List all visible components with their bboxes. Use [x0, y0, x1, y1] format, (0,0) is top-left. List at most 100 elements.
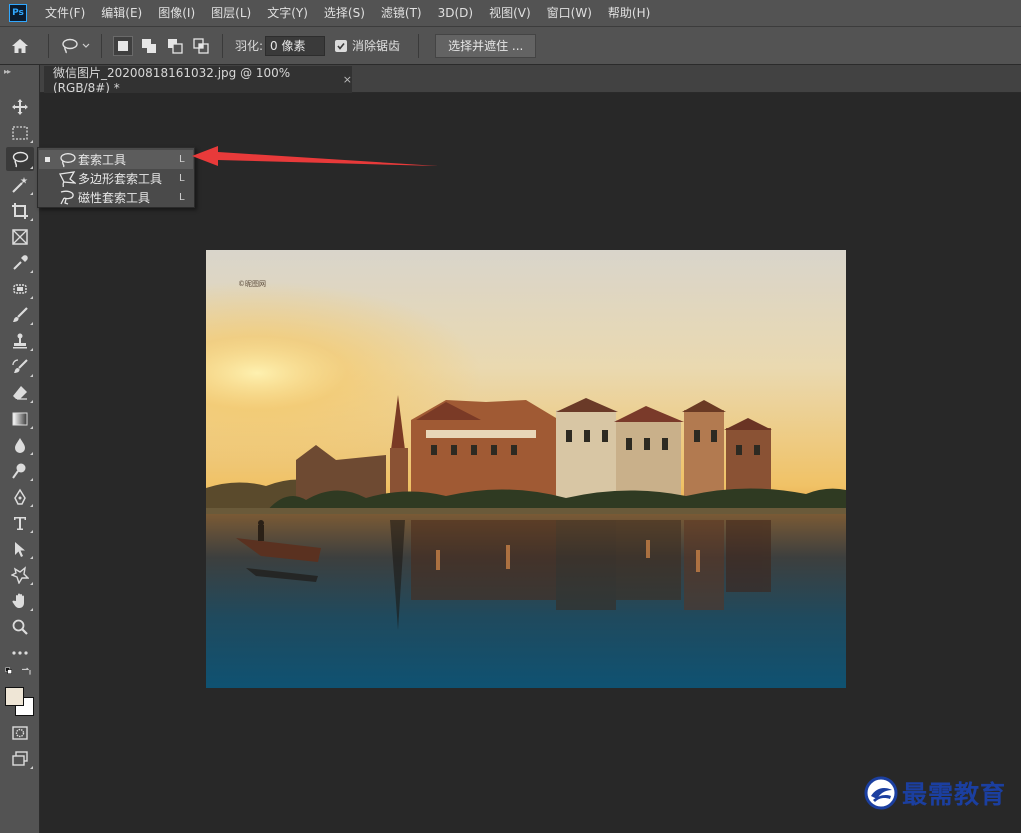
photo-watermark: ©昵图网	[238, 280, 266, 288]
brand-name: 最需教育	[902, 780, 1007, 809]
zoom-tool[interactable]	[6, 615, 34, 639]
selected-bullet-icon	[45, 157, 50, 162]
dodge-tool[interactable]	[6, 459, 34, 483]
document-image[interactable]: ©昵图网	[206, 250, 846, 688]
pen-tool[interactable]	[6, 485, 34, 509]
home-button[interactable]	[0, 34, 40, 58]
default-colors-icon	[5, 667, 12, 674]
document-tab[interactable]: 微信图片_20200818161032.jpg @ 100%(RGB/8#) *…	[44, 66, 352, 95]
intersect-selection-icon	[193, 37, 209, 54]
checkmark-icon	[337, 42, 345, 50]
select-and-mask-button[interactable]: 选择并遮住 ...	[435, 33, 537, 58]
document-tab-title: 微信图片_20200818161032.jpg @ 100%(RGB/8#) *	[53, 66, 291, 95]
hand-icon	[12, 593, 24, 608]
move-tool[interactable]	[6, 95, 34, 119]
marquee-tool[interactable]	[6, 121, 34, 145]
close-icon[interactable]: ×	[343, 73, 352, 86]
eyedropper-icon	[13, 255, 28, 270]
separator	[101, 33, 102, 58]
menu-layer[interactable]: 图层(L)	[203, 0, 259, 27]
flyout-lasso-tool[interactable]: 套索工具 L	[39, 150, 193, 169]
crop-icon	[12, 203, 28, 219]
brush-tool[interactable]	[6, 303, 34, 327]
menu-select[interactable]: 选择(S)	[316, 0, 373, 27]
new-selection-button[interactable]	[113, 35, 133, 56]
lakeside-town-photo	[206, 250, 846, 688]
water-drop-icon	[15, 438, 25, 453]
lasso-icon	[61, 38, 78, 53]
clone-stamp-tool[interactable]	[6, 329, 34, 353]
menu-edit[interactable]: 编辑(E)	[93, 0, 150, 27]
type-tool[interactable]	[6, 511, 34, 535]
move-icon	[12, 99, 28, 115]
history-brush-tool[interactable]	[6, 355, 34, 379]
menu-help[interactable]: 帮助(H)	[600, 0, 658, 27]
add-selection-icon	[142, 38, 156, 53]
photoshop-logo-icon[interactable]: Ps	[9, 4, 27, 22]
screen-mode-button[interactable]	[6, 747, 34, 771]
panel-grip-icon[interactable]: ▸▸	[4, 67, 11, 76]
pen-icon	[14, 488, 26, 505]
options-bar: 羽化: 消除锯齿 选择并遮住 ...	[0, 27, 1021, 65]
tools-panel: ▸▸	[0, 65, 40, 833]
more-icon	[12, 651, 28, 655]
lasso-icon	[60, 152, 76, 167]
tool-preset-picker[interactable]	[57, 34, 93, 58]
chevron-down-icon	[82, 43, 89, 48]
home-icon	[12, 38, 28, 53]
menu-image[interactable]: 图像(I)	[150, 0, 203, 27]
edit-toolbar-button[interactable]	[6, 641, 34, 665]
intersect-selection-button[interactable]	[191, 36, 211, 56]
eraser-icon	[13, 386, 27, 400]
menu-file[interactable]: 文件(F)	[37, 0, 93, 27]
swap-colors-button[interactable]	[5, 665, 34, 685]
antialias-label: 消除锯齿	[352, 39, 401, 53]
menu-type[interactable]: 文字(Y)	[259, 0, 316, 27]
menu-view[interactable]: 视图(V)	[481, 0, 539, 27]
type-icon	[14, 517, 26, 530]
magnifier-icon	[12, 619, 28, 635]
flyout-polygonal-lasso-tool[interactable]: 多边形套索工具 L	[39, 169, 193, 188]
menu-filter[interactable]: 滤镜(T)	[373, 0, 430, 27]
path-selection-tool[interactable]	[6, 537, 34, 561]
lasso-tool-flyout: 套索工具 L 多边形套索工具 L 磁性套索工具 L	[37, 147, 195, 208]
foreground-color-swatch[interactable]	[5, 687, 24, 706]
antialias-checkbox[interactable]	[335, 39, 348, 52]
separator	[48, 33, 49, 58]
quick-mask-icon	[12, 726, 28, 740]
shortcut-label: L	[179, 192, 185, 203]
brand-logo-icon	[864, 776, 898, 810]
flyout-magnetic-lasso-tool[interactable]: 磁性套索工具 L	[39, 188, 193, 207]
healing-brush-tool[interactable]	[6, 277, 34, 301]
hand-tool[interactable]	[6, 589, 34, 613]
subtract-from-selection-button[interactable]	[165, 36, 185, 56]
gradient-tool[interactable]	[6, 407, 34, 431]
eraser-tool[interactable]	[6, 381, 34, 405]
blur-tool[interactable]	[6, 433, 34, 457]
magic-wand-tool[interactable]	[6, 173, 34, 197]
flyout-label: 磁性套索工具	[78, 191, 151, 205]
flyout-label: 套索工具	[78, 153, 127, 167]
flyout-label: 多边形套索工具	[78, 172, 163, 186]
screen-mode-icon	[12, 751, 28, 766]
frame-tool[interactable]	[6, 225, 34, 249]
lasso-icon	[12, 151, 29, 168]
new-selection-icon	[118, 40, 128, 51]
rectangular-marquee-icon	[12, 126, 28, 140]
subtract-selection-icon	[168, 38, 183, 54]
lasso-tool[interactable]	[6, 147, 34, 171]
quick-mask-button[interactable]	[6, 721, 34, 745]
custom-shape-tool[interactable]	[6, 563, 34, 587]
bandage-icon	[13, 284, 27, 294]
eyedropper-tool[interactable]	[6, 251, 34, 275]
crop-tool[interactable]	[6, 199, 34, 223]
feather-input[interactable]	[265, 35, 326, 56]
menu-bar: Ps 文件(F) 编辑(E) 图像(I) 图层(L) 文字(Y) 选择(S) 滤…	[0, 0, 1021, 27]
gradient-icon	[12, 412, 28, 426]
menu-window[interactable]: 窗口(W)	[539, 0, 600, 27]
stamp-icon	[13, 333, 27, 349]
arrow-cursor-icon	[15, 542, 25, 557]
polygonal-lasso-icon	[59, 170, 76, 187]
menu-3d[interactable]: 3D(D)	[430, 0, 481, 27]
add-to-selection-button[interactable]	[139, 36, 159, 56]
